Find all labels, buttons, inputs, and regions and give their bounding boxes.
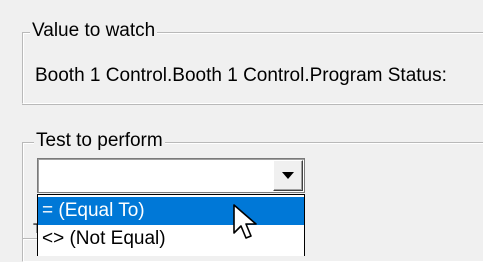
option-equal-to[interactable]: = (Equal To) <box>38 197 304 225</box>
chevron-down-icon <box>282 172 294 179</box>
value-to-watch-legend: Value to watch <box>30 20 158 42</box>
watched-value-text: Booth 1 Control.Booth 1 Control.Program … <box>35 65 447 86</box>
arrow-pointer-icon <box>233 204 257 239</box>
combobox-dropdown-button[interactable] <box>273 160 303 191</box>
test-to-perform-combobox[interactable] <box>37 158 305 193</box>
test-to-perform-legend: Test to perform <box>34 130 165 152</box>
test-options-dropdown-list[interactable]: = (Equal To) <> (Not Equal) <box>37 194 305 256</box>
option-not-equal[interactable]: <> (Not Equal) <box>38 225 304 253</box>
